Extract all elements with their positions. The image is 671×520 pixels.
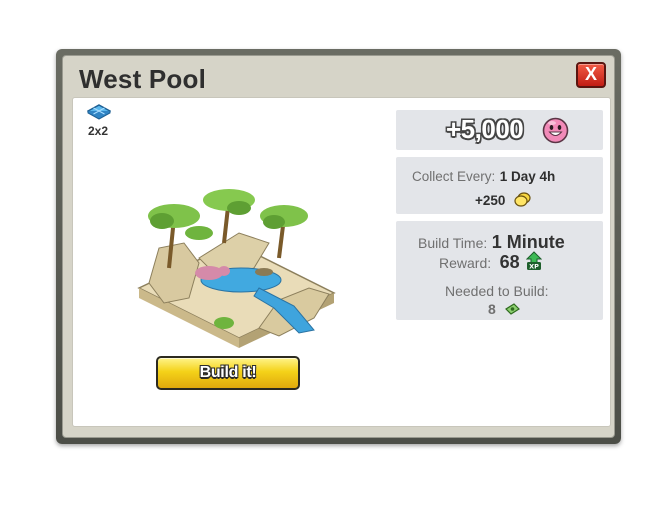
dialog-body: West Pool X 2x2 Build it! +5,000 Collect…: [62, 55, 615, 438]
gold-coin-icon: [514, 192, 532, 212]
xp-icon: XP: [525, 251, 543, 276]
dialog-content: 2x2 Build it! +5,000 Collect Every: 1 Da…: [72, 97, 611, 427]
collect-every-label: Collect Every:: [412, 169, 496, 184]
xp-badge-text: XP: [529, 263, 539, 271]
size-label: 2x2: [88, 124, 109, 138]
build-it-label: Build it!: [199, 364, 257, 381]
dialog-title: West Pool: [79, 64, 207, 94]
blue-tile-icon: [86, 104, 112, 125]
income-panel: +5,000: [396, 110, 603, 150]
building-info-dialog: West Pool X 2x2 Build it! +5,000 Collect…: [56, 49, 621, 444]
collect-every-value: 1 Day 4h: [499, 169, 556, 184]
build-info-panel: Build Time: 1 Minute Reward: 68 XP Neede…: [396, 221, 603, 320]
green-cash-icon: [504, 303, 521, 321]
reward-value: 68: [499, 252, 520, 272]
build-time-value: 1 Minute: [491, 232, 565, 252]
close-button[interactable]: X: [576, 62, 606, 88]
collect-amount: +250: [475, 193, 506, 208]
needed-value: 8: [488, 301, 496, 317]
west-pool-building-image: [129, 188, 339, 353]
collect-panel: Collect Every: 1 Day 4h +250: [396, 157, 603, 214]
reward-label: Reward:: [439, 255, 492, 271]
needed-to-build-label: Needed to Build:: [445, 283, 549, 299]
build-it-button[interactable]: Build it!: [156, 356, 300, 390]
pink-face-currency-icon: [542, 117, 569, 149]
income-value: +5,000: [446, 114, 524, 144]
build-time-label: Build Time:: [418, 235, 488, 251]
